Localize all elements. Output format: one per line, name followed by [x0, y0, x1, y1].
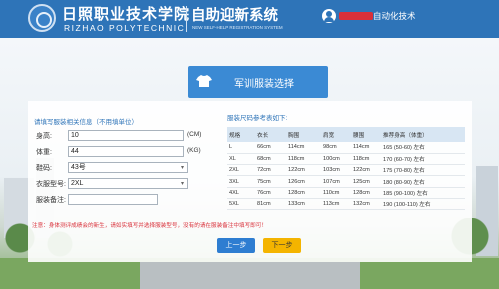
table-header-cell: 规格: [227, 127, 255, 142]
clothing-size-select[interactable]: 2XL ▾: [68, 178, 188, 189]
table-row: 4XL 76cm 128cm 110cm 128cm 185 (90-100) …: [227, 187, 465, 199]
remark-label: 服装备注:: [36, 197, 66, 204]
shoe-size-value: 43号: [71, 164, 86, 171]
top-header: 日照职业技术学院 RIZHAO POLYTECHNIC 自助迎新系统 NEW S…: [0, 0, 499, 38]
table-cell: 103cm: [321, 164, 351, 177]
prev-step-button[interactable]: 上一步: [217, 238, 255, 253]
table-cell: 122cm: [351, 164, 381, 177]
table-cell: XL: [227, 153, 255, 166]
system-subtitle: NEW SELF-HELP REGISTRATION SYSTEM: [192, 25, 283, 30]
table-row: 3XL 75cm 126cm 107cm 125cm 180 (80-90) 左…: [227, 175, 465, 188]
table-cell: 133cm: [286, 198, 321, 211]
shoe-size-select[interactable]: 43号 ▾: [68, 162, 188, 173]
table-cell: 114cm: [351, 142, 381, 154]
remark-input[interactable]: [68, 194, 158, 205]
height-unit: (CM): [187, 131, 202, 138]
table-cell: 175 (70-80) 左右: [381, 164, 465, 177]
table-cell: 114cm: [286, 142, 321, 154]
table-cell: 98cm: [321, 142, 351, 154]
background-road: [140, 262, 360, 289]
table-header-row: 规格 衣长 胸围 肩宽 腰围 推荐身高（体重）: [227, 127, 465, 142]
table-cell: 170 (60-70) 左右: [381, 153, 465, 166]
table-cell: 5XL: [227, 198, 255, 211]
clothing-size-value: 2XL: [71, 180, 84, 187]
table-row: 2XL 72cm 122cm 103cm 122cm 175 (70-80) 左…: [227, 164, 465, 177]
table-row: L 66cm 114cm 98cm 114cm 165 (50-60) 左右: [227, 142, 465, 154]
table-cell: 107cm: [321, 175, 351, 188]
header-divider: [186, 6, 187, 32]
table-cell: 81cm: [255, 198, 286, 211]
table-cell: 66cm: [255, 142, 286, 154]
table-cell: 128cm: [286, 187, 321, 199]
notice-text: 注意：身体测评成绩会的新生，请如实填写并选择服装型号，没有的请在服装备注中填写即…: [32, 223, 267, 229]
redacted-user-info: [339, 12, 373, 20]
table-cell: 118cm: [351, 153, 381, 166]
table-cell: 72cm: [255, 164, 286, 177]
height-label: 身高:: [36, 133, 52, 140]
table-cell: L: [227, 142, 255, 154]
table-header-cell: 推荐身高（体重）: [381, 127, 465, 142]
user-name[interactable]: 自动化技术: [373, 10, 416, 22]
weight-input[interactable]: 44: [68, 146, 184, 157]
system-title: 自助迎新系统: [191, 8, 278, 24]
table-cell: 190 (100-110) 左右: [381, 198, 465, 211]
table-header-cell: 胸围: [286, 127, 321, 142]
table-cell: 100cm: [321, 153, 351, 166]
banner-title: 军训服装选择: [234, 79, 294, 90]
height-input[interactable]: 10: [68, 130, 184, 141]
user-avatar-icon[interactable]: [322, 9, 336, 23]
uniform-selection-banner: 军训服装选择: [188, 66, 328, 98]
chevron-down-icon: ▾: [180, 165, 184, 171]
school-name-en: RIZHAO POLYTECHNIC: [64, 23, 186, 33]
next-step-button[interactable]: 下一步: [263, 238, 301, 253]
school-logo-icon: [28, 4, 56, 32]
table-cell: 165 (50-60) 左右: [381, 142, 465, 154]
table-cell: 132cm: [351, 198, 381, 211]
table-cell: 128cm: [351, 187, 381, 199]
table-cell: 110cm: [321, 187, 351, 199]
weight-label: 体重:: [36, 149, 52, 156]
tshirt-icon: [196, 75, 212, 87]
form-hint: 请填写服装相关信息（不用填单位）: [34, 119, 138, 126]
table-cell: 4XL: [227, 187, 255, 199]
table-header-cell: 肩宽: [321, 127, 351, 142]
clothing-size-label: 衣服型号:: [36, 181, 66, 188]
shoe-size-label: 鞋码:: [36, 165, 52, 172]
table-cell: 118cm: [286, 153, 321, 166]
table-cell: 113cm: [321, 198, 351, 211]
table-cell: 185 (90-100) 左右: [381, 187, 465, 199]
school-name-cn: 日照职业技术学院: [62, 5, 191, 23]
table-cell: 126cm: [286, 175, 321, 188]
table-row: 5XL 81cm 133cm 113cm 132cm 190 (100-110)…: [227, 198, 465, 211]
table-cell: 180 (80-90) 左右: [381, 175, 465, 188]
table-header-cell: 衣长: [255, 127, 286, 142]
table-cell: 2XL: [227, 164, 255, 177]
size-chart-table: 规格 衣长 胸围 肩宽 腰围 推荐身高（体重） L 66cm 114cm 98c…: [227, 127, 465, 211]
table-header-cell: 腰围: [351, 127, 381, 142]
table-cell: 68cm: [255, 153, 286, 166]
table-cell: 122cm: [286, 164, 321, 177]
table-cell: 3XL: [227, 175, 255, 188]
table-cell: 75cm: [255, 175, 286, 188]
table-cell: 125cm: [351, 175, 381, 188]
size-chart-title: 服装尺码参考表如下:: [227, 115, 288, 122]
table-cell: 76cm: [255, 187, 286, 199]
chevron-down-icon: ▾: [180, 181, 184, 187]
table-row: XL 68cm 118cm 100cm 118cm 170 (60-70) 左右: [227, 153, 465, 166]
weight-unit: (KG): [187, 147, 201, 154]
